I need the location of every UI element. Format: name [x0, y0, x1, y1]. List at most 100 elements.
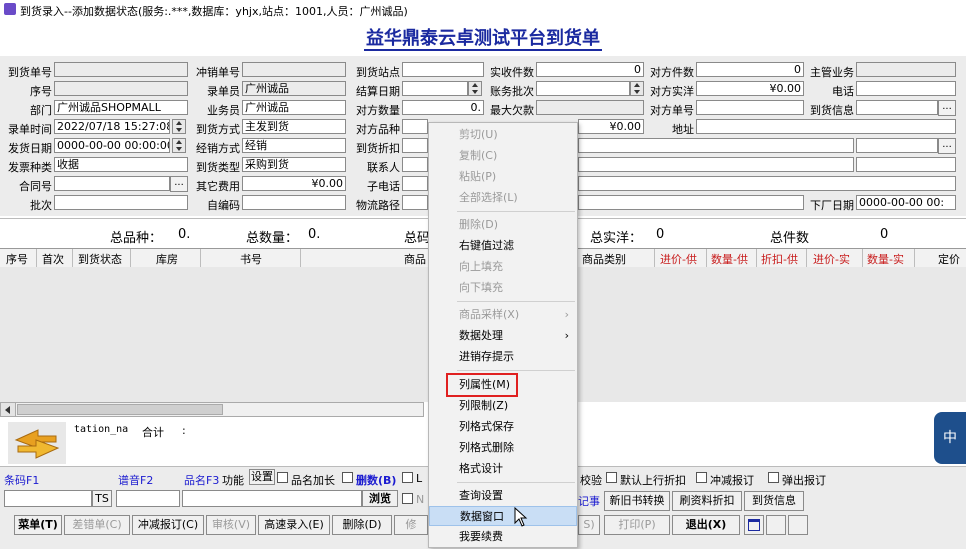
col-shuliang-shi[interactable]: 数量-实 — [867, 251, 904, 267]
jiesuan-date-spinner[interactable] — [468, 81, 482, 96]
col-shangpin-leibie[interactable]: 商品类别 — [582, 251, 626, 267]
daohuo-info-field[interactable] — [856, 100, 938, 115]
pinming-jiachang-checkbox[interactable] — [277, 472, 288, 483]
menu-item-fill-down[interactable]: 向下填充 — [429, 278, 577, 298]
duifang-shuliang-field[interactable]: 0. — [402, 100, 484, 115]
col-dingjia[interactable]: 定价 — [938, 251, 960, 267]
wuliu-field[interactable] — [402, 195, 428, 210]
tiaoma-input[interactable] — [4, 490, 92, 507]
chacuo-button[interactable]: 差错单(C) — [64, 515, 130, 535]
col-shuliang-gong[interactable]: 数量-供 — [711, 251, 748, 267]
daohuo-info-button[interactable]: 到货信息 — [744, 491, 804, 511]
hetong-field[interactable] — [54, 176, 170, 191]
shezhi-button[interactable]: 设置 — [249, 469, 275, 485]
chongxiao-no-field[interactable] — [242, 62, 346, 77]
side-tab[interactable]: 中 — [934, 412, 966, 464]
xiachang-date-field[interactable]: 0000-00-00 00: — [856, 195, 956, 210]
duifang-pinzhong-field[interactable] — [402, 119, 428, 134]
bumen-field[interactable]: 广州诚品SHOPMALL — [54, 100, 188, 115]
menu-item-copy[interactable]: 复制(C) — [429, 146, 577, 166]
ludan-time-spinner[interactable] — [172, 119, 186, 134]
col-kufang[interactable]: 库房 — [156, 251, 178, 267]
xinjiu-button[interactable]: 新旧书转换 — [604, 491, 670, 511]
gongneng-button[interactable]: 功能 — [222, 472, 244, 488]
shenhe-button[interactable]: 审核(V) — [206, 515, 256, 535]
shanshu-checkbox[interactable] — [342, 472, 353, 483]
menu-item-query-settings[interactable]: 查询设置 — [429, 486, 577, 506]
chongjian-checkbox[interactable] — [696, 472, 707, 483]
zhuguan-field[interactable] — [856, 62, 956, 77]
menu-item-cut[interactable]: 剪切(U) — [429, 125, 577, 145]
ts-button[interactable]: TS — [92, 490, 112, 507]
tanchu-checkbox[interactable] — [768, 472, 779, 483]
dianhua-field[interactable] — [856, 81, 956, 96]
n-checkbox[interactable] — [402, 493, 413, 504]
gaosu-luru-button[interactable]: 高速录入(E) — [258, 515, 330, 535]
menu-item-format-design[interactable]: 格式设计 — [429, 459, 577, 479]
shoujian-field[interactable]: 0 — [536, 62, 644, 77]
daohuo-zhekou-field[interactable] — [402, 138, 428, 153]
hetong-browse-button[interactable]: ... — [170, 176, 188, 192]
blank-button-2[interactable] — [788, 515, 808, 535]
fahuo-date-spinner[interactable] — [172, 138, 186, 153]
menu-item-save-column-format[interactable]: 列格式保存 — [429, 417, 577, 437]
zhangwu-pici-field[interactable] — [536, 81, 630, 96]
scrollbar-thumb[interactable] — [17, 404, 223, 415]
liulan-button[interactable]: 浏览 — [362, 490, 398, 507]
jingxiao-fangshi-field[interactable]: 经销 — [242, 138, 346, 153]
daohuo-info-browse-button[interactable]: ... — [938, 100, 956, 116]
caidan-button[interactable]: 菜单(T) — [14, 515, 62, 535]
zidianhua-field[interactable] — [402, 176, 428, 191]
grid-horizontal-scrollbar[interactable] — [0, 402, 424, 417]
menu-item-delete-column-format[interactable]: 列格式删除 — [429, 438, 577, 458]
ludanyuan-field[interactable]: 广州诚品 — [242, 81, 346, 96]
dayin-button[interactable]: 打印(P) — [604, 515, 670, 535]
credit-field[interactable]: ¥0.00 — [578, 119, 644, 134]
moren-checkbox[interactable] — [606, 472, 617, 483]
row8-wide-field[interactable] — [578, 195, 804, 210]
menu-item-data-processing[interactable]: 数据处理 › — [429, 326, 577, 346]
fahuo-date-field[interactable]: 0000-00-00 00:00:00 — [54, 138, 170, 153]
row5-wide-field[interactable] — [578, 138, 854, 153]
shua-button[interactable]: 刷资料折扣 — [672, 491, 742, 511]
jiesuan-date-field[interactable] — [402, 81, 468, 96]
menu-item-delete[interactable]: 删除(D) — [429, 215, 577, 235]
yewuyuan-field[interactable]: 广州诚品 — [242, 100, 346, 115]
blank-button-1[interactable] — [766, 515, 786, 535]
duifang-jianshu-field[interactable]: 0 — [696, 62, 804, 77]
menu-item-inventory-hint[interactable]: 进销存提示 — [429, 347, 577, 367]
ludan-time-field[interactable]: 2022/07/18 15:27:08 — [54, 119, 170, 134]
zuida-qiankuan-field[interactable] — [536, 100, 644, 115]
menu-item-filter[interactable]: 右键值过滤 — [429, 236, 577, 256]
col-xuhao[interactable]: 序号 — [6, 251, 28, 267]
menu-item-sampling[interactable]: 商品采样(X) › — [429, 305, 577, 325]
row6-wide-field[interactable] — [578, 157, 854, 172]
s-button[interactable]: S) — [578, 515, 600, 535]
yinpu-input[interactable] — [116, 490, 180, 507]
menu-item-column-limit[interactable]: 列限制(Z) — [429, 396, 577, 416]
menu-item-data-window[interactable]: 数据窗口 — [429, 506, 577, 526]
lianxiren-field[interactable] — [402, 157, 428, 172]
menu-item-fill-up[interactable]: 向上填充 — [429, 257, 577, 277]
col-daohuo-status[interactable]: 到货状态 — [78, 251, 122, 267]
duifang-danhao-field[interactable] — [696, 100, 804, 115]
col-shangpin[interactable]: 商品 — [404, 251, 426, 267]
pinming-input[interactable] — [182, 490, 362, 507]
tuichu-button[interactable]: 退出(X) — [672, 515, 740, 535]
daohuo-fangshi-field[interactable]: 主发到货 — [242, 119, 346, 134]
fapiao-type-field[interactable]: 收据 — [54, 157, 188, 172]
chongjian-baoding-button[interactable]: 冲减报订(C) — [132, 515, 204, 535]
shanchu-button[interactable]: 删除(D) — [332, 515, 392, 535]
l-checkbox[interactable] — [402, 472, 413, 483]
xiu-button[interactable]: 修 — [394, 515, 428, 535]
daohuo-site-field[interactable] — [402, 62, 484, 77]
col-jinjia-shi[interactable]: 进价-实 — [813, 251, 850, 267]
zhangwu-pici-spinner[interactable] — [630, 81, 644, 96]
duifang-shiyang-field[interactable]: ¥0.00 — [696, 81, 804, 96]
dizhi-field[interactable] — [696, 119, 956, 134]
qita-feiyong-field[interactable]: ¥0.00 — [242, 176, 346, 191]
col-jinjia-gong[interactable]: 进价-供 — [660, 251, 697, 267]
menu-item-renew[interactable]: 我要续费 — [429, 527, 577, 547]
menu-item-paste[interactable]: 粘贴(P) — [429, 167, 577, 187]
scroll-left-arrow-icon[interactable] — [1, 403, 16, 416]
